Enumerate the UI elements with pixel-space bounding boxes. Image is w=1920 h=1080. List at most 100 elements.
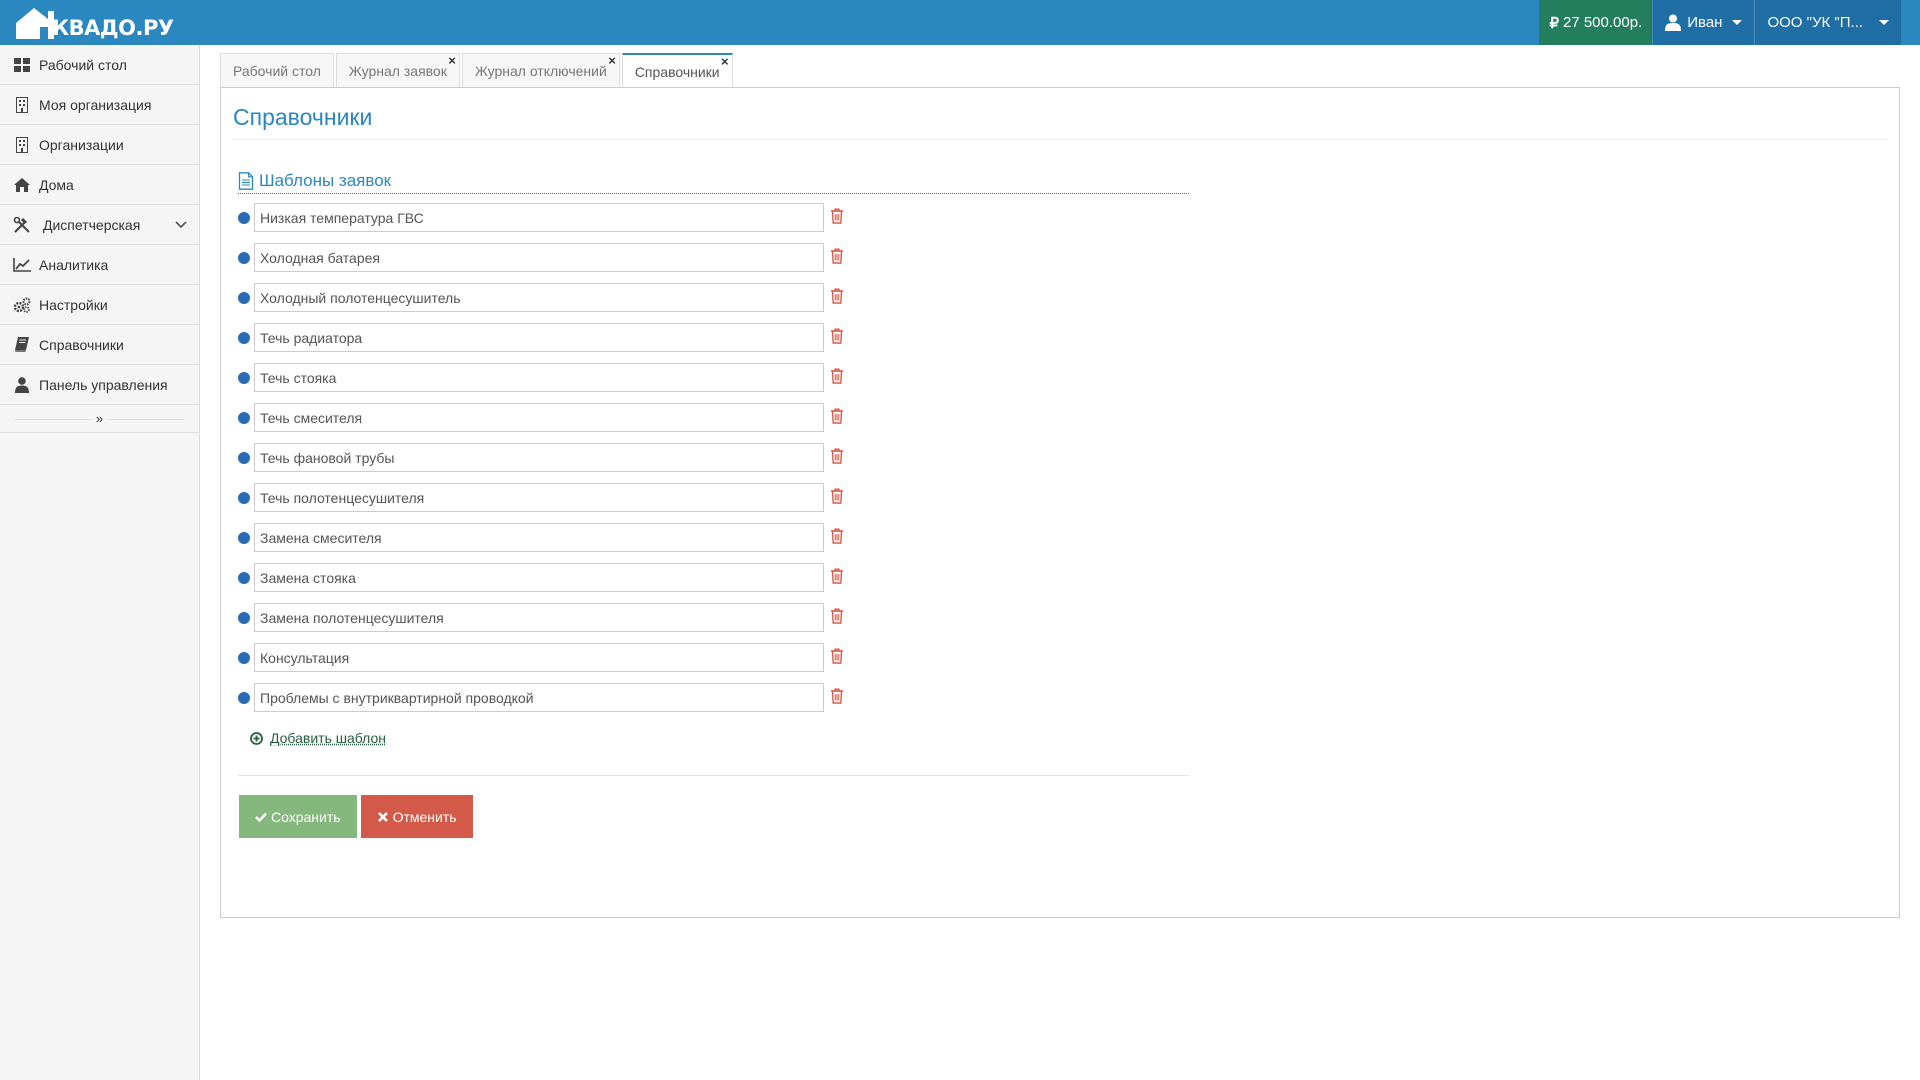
sidebar-item-organizations[interactable]: Организации xyxy=(0,125,199,165)
sidebar-item-label: Аналитика xyxy=(39,256,109,273)
user-icon xyxy=(13,376,31,393)
save-label: Сохранить xyxy=(271,808,341,825)
sidebar-item-references[interactable]: Справочники xyxy=(0,325,199,365)
template-row xyxy=(238,243,1189,283)
page-title: Справочники xyxy=(233,104,373,130)
close-icon[interactable]: × xyxy=(448,54,456,68)
tab-outages-journal[interactable]: Журнал отключений × xyxy=(461,53,620,88)
plus-circle-icon[interactable] xyxy=(250,731,263,745)
template-input[interactable] xyxy=(254,243,824,272)
drag-handle-icon[interactable] xyxy=(238,652,250,664)
trash-icon[interactable] xyxy=(830,368,844,384)
add-template-link[interactable]: Добавить шаблон xyxy=(270,730,386,746)
template-input[interactable] xyxy=(254,443,824,472)
template-input[interactable] xyxy=(254,603,824,632)
trash-icon[interactable] xyxy=(830,488,844,504)
drag-handle-icon[interactable] xyxy=(238,372,250,384)
tab-desktop[interactable]: Рабочий стол xyxy=(220,53,334,88)
section-title: Шаблоны заявок xyxy=(259,170,392,190)
house-logo-icon xyxy=(16,8,54,39)
template-row xyxy=(238,603,1189,643)
template-row xyxy=(238,283,1189,323)
template-input[interactable] xyxy=(254,203,824,232)
drag-handle-icon[interactable] xyxy=(238,692,250,704)
template-input[interactable] xyxy=(254,683,824,712)
brand-logo[interactable]: КВАДО.РУ xyxy=(14,5,174,41)
drag-handle-icon[interactable] xyxy=(238,332,250,344)
caret-down-icon xyxy=(1879,20,1889,25)
cancel-button[interactable]: Отменить xyxy=(360,795,473,838)
add-template-row: Добавить шаблон xyxy=(238,723,1189,753)
template-row xyxy=(238,523,1189,563)
template-input[interactable] xyxy=(254,403,824,432)
trash-icon[interactable] xyxy=(830,528,844,544)
drag-handle-icon[interactable] xyxy=(238,412,250,424)
drag-handle-icon[interactable] xyxy=(238,292,250,304)
drag-handle-icon[interactable] xyxy=(238,212,250,224)
template-row xyxy=(238,403,1189,443)
sidebar-item-label: Справочники xyxy=(39,336,124,353)
org-menu-button[interactable]: ООО "УК "П... xyxy=(1754,0,1901,45)
user-icon xyxy=(1665,14,1682,31)
sidebar-item-my-organization[interactable]: Моя организация xyxy=(0,85,199,125)
title-divider xyxy=(233,139,1887,140)
drag-handle-icon[interactable] xyxy=(238,252,250,264)
sidebar-item-label: Панель управления xyxy=(39,376,168,393)
template-input[interactable] xyxy=(254,643,824,672)
top-bar: КВАДО.РУ ₽ 27 500.00р. Иван ООО "УК "П..… xyxy=(0,0,1920,45)
sidebar-collapse-toggle[interactable]: » xyxy=(0,405,199,433)
trash-icon[interactable] xyxy=(830,328,844,344)
sidebar-item-label: Моя организация xyxy=(39,96,152,113)
template-input[interactable] xyxy=(254,563,824,592)
drag-handle-icon[interactable] xyxy=(238,532,250,544)
org-name: ООО "УК "П... xyxy=(1767,14,1863,31)
tab-label: Журнал отключений xyxy=(474,63,607,79)
caret-down-icon xyxy=(1732,20,1743,25)
sidebar-item-label: Организации xyxy=(39,136,124,153)
template-input[interactable] xyxy=(254,523,824,552)
document-icon xyxy=(238,171,254,190)
sidebar-item-control-panel[interactable]: Панель управления xyxy=(0,365,199,405)
save-button[interactable]: Сохранить xyxy=(239,795,357,838)
sidebar-item-analytics[interactable]: Аналитика xyxy=(0,245,199,285)
drag-handle-icon[interactable] xyxy=(238,492,250,504)
home-icon xyxy=(13,177,31,193)
drag-handle-icon[interactable] xyxy=(238,612,250,624)
template-input[interactable] xyxy=(254,363,824,392)
drag-handle-icon[interactable] xyxy=(238,572,250,584)
close-icon[interactable]: × xyxy=(608,54,616,68)
section-header: Шаблоны заявок xyxy=(238,168,1189,194)
trash-icon[interactable] xyxy=(830,248,844,264)
sidebar-item-houses[interactable]: Дома xyxy=(0,165,199,205)
book-icon xyxy=(13,337,31,353)
trash-icon[interactable] xyxy=(830,208,844,224)
sidebar-item-dispatch[interactable]: Диспетчерская xyxy=(0,205,199,245)
sidebar-item-desktop[interactable]: Рабочий стол xyxy=(0,45,199,85)
building-icon xyxy=(13,96,31,113)
balance-button[interactable]: ₽ 27 500.00р. xyxy=(1539,0,1653,45)
trash-icon[interactable] xyxy=(830,408,844,424)
template-input[interactable] xyxy=(254,283,824,312)
trash-icon[interactable] xyxy=(830,288,844,304)
tab-label: Журнал заявок xyxy=(348,63,447,79)
tab-label: Справочники xyxy=(634,64,720,80)
template-row xyxy=(238,563,1189,603)
template-input[interactable] xyxy=(254,323,824,352)
cancel-label: Отменить xyxy=(392,808,457,825)
trash-icon[interactable] xyxy=(830,648,844,664)
close-icon xyxy=(377,811,388,822)
trash-icon[interactable] xyxy=(830,608,844,624)
building-icon xyxy=(13,136,31,153)
trash-icon[interactable] xyxy=(830,448,844,464)
trash-icon[interactable] xyxy=(830,688,844,704)
template-row xyxy=(238,363,1189,403)
check-icon xyxy=(255,812,267,822)
tab-references[interactable]: Справочники × xyxy=(621,53,733,89)
close-icon[interactable]: × xyxy=(721,55,729,69)
sidebar-item-settings[interactable]: Настройки xyxy=(0,285,199,325)
tab-requests-journal[interactable]: Журнал заявок × xyxy=(335,53,460,88)
drag-handle-icon[interactable] xyxy=(238,452,250,464)
user-menu-button[interactable]: Иван xyxy=(1652,0,1755,45)
template-input[interactable] xyxy=(254,483,824,512)
trash-icon[interactable] xyxy=(830,568,844,584)
